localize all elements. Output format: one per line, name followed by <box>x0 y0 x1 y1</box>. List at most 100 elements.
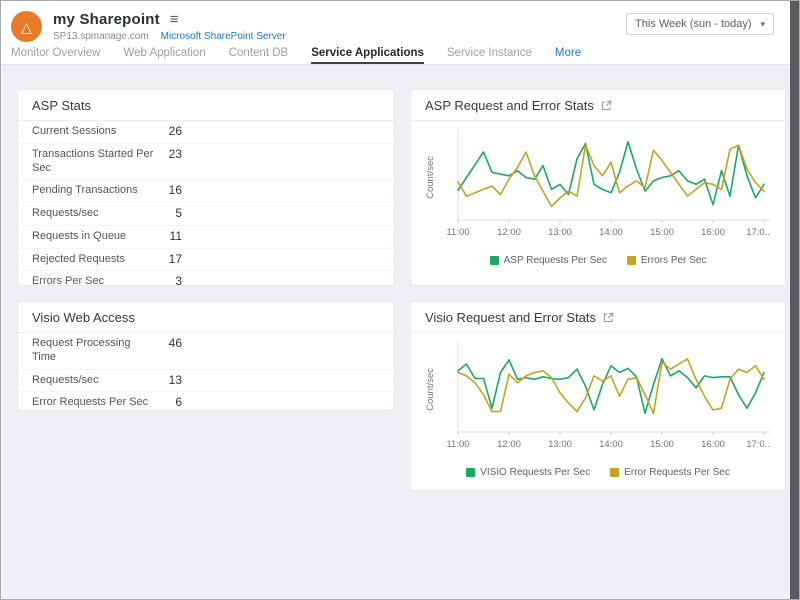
dashboard-content: ASP Stats Current Sessions26Transactions… <box>1 65 799 491</box>
stat-value: 6 <box>154 396 182 410</box>
tab-web-application[interactable]: Web Application <box>123 47 205 64</box>
stat-label: Current Sessions <box>32 125 154 139</box>
asp-chart-panel: ASP Request and Error Stats 11:00 12:00 13… <box>410 89 786 286</box>
chart-title: ASP Request and Error Stats <box>411 90 785 121</box>
x-tick-label: 15:00 <box>650 227 674 238</box>
legend-swatch <box>610 468 619 477</box>
asp-chart-legend: ASP Requests Per Sec Errors Per Sec <box>411 255 785 266</box>
window-scrollbar[interactable] <box>790 1 799 599</box>
stat-row: Request Processing Time46 <box>18 333 394 369</box>
x-tick-label: 15:00 <box>650 439 674 450</box>
tab-content-db[interactable]: Content DB <box>229 47 288 64</box>
asp-line-chart: 11:00 12:00 13:00 14:00 15:00 16:00 17:0.. Coun… <box>424 123 772 245</box>
stat-row: Current Sessions26 <box>18 121 394 143</box>
stat-label: Pending Transactions <box>32 184 154 198</box>
legend-swatch <box>490 256 499 265</box>
stat-row: Rejected Requests17 <box>18 248 394 271</box>
time-range-select[interactable]: This Week (sun - today) ▾ <box>626 13 774 35</box>
chart-title-text: ASP Request and Error Stats <box>425 98 594 113</box>
x-tick-label: 17:0.. <box>746 439 770 450</box>
x-tick-label: 12:00 <box>497 439 521 450</box>
stat-row: Requests/sec13 <box>18 369 394 392</box>
asp-stats-rows: Current Sessions26Transactions Started P… <box>18 121 394 286</box>
x-tick-label: 17:0.. <box>746 227 770 238</box>
stat-label: Request Processing Time <box>32 337 154 365</box>
panel-title: ASP Stats <box>18 90 394 121</box>
monitor-title: my Sharepoint <box>53 11 160 28</box>
stat-value: 17 <box>154 253 182 267</box>
monitor-status-badge: △ <box>11 11 42 42</box>
stat-value: 16 <box>154 184 182 198</box>
x-tick-label: 12:00 <box>497 227 521 238</box>
popout-icon[interactable] <box>601 100 612 111</box>
stat-label: Error Requests Per Sec <box>32 396 154 410</box>
stat-value: 46 <box>154 337 182 351</box>
visio-line-chart: 11:00 12:00 13:00 14:00 15:00 16:00 17:0.. Coun… <box>424 335 772 457</box>
caret-down-icon: ▾ <box>760 19 765 30</box>
tab-more[interactable]: More <box>555 47 581 64</box>
y-axis-label: Count/sec <box>425 156 436 199</box>
stat-label: Rejected Requests <box>32 253 154 267</box>
asp-stats-panel: ASP Stats Current Sessions26Transactions… <box>17 89 395 286</box>
tab-monitor-overview[interactable]: Monitor Overview <box>11 47 100 64</box>
legend-swatch <box>466 468 475 477</box>
tab-bar: Monitor Overview Web Application Content D… <box>1 45 799 65</box>
legend-label: Errors Per Sec <box>641 255 707 266</box>
stat-label: Requests/sec <box>32 207 154 221</box>
stat-label: Requests in Queue <box>32 230 154 244</box>
x-tick-label: 14:00 <box>599 227 623 238</box>
x-tick-label: 14:00 <box>599 439 623 450</box>
x-tick-label: 13:00 <box>548 439 572 450</box>
stat-row: Errors Per Sec3 <box>18 270 394 286</box>
chart-title-text: Visio Request and Error Stats <box>425 310 596 325</box>
series-line-asp-requests-per-sec <box>458 142 764 205</box>
warning-icon: △ <box>21 20 32 34</box>
legend-swatch <box>627 256 636 265</box>
stat-value: 5 <box>154 207 182 221</box>
legend-item-asp-requests-per-sec[interactable]: ASP Requests Per Sec <box>490 255 607 266</box>
legend-item-errors-per-sec[interactable]: Errors Per Sec <box>627 255 707 266</box>
stat-value: 11 <box>154 230 182 244</box>
stat-value: 13 <box>154 374 182 388</box>
visio-web-access-panel: Visio Web Access Request Processing Time… <box>17 301 395 411</box>
stat-row: Requests/sec5 <box>18 202 394 225</box>
legend-label: ASP Requests Per Sec <box>504 255 607 266</box>
popout-icon[interactable] <box>603 312 614 323</box>
stat-value: 26 <box>154 125 182 139</box>
stat-row: Error Requests Per Sec6 <box>18 391 394 411</box>
series-line-errors-per-sec <box>458 145 764 206</box>
x-tick-label: 16:00 <box>701 227 725 238</box>
visio-chart-legend: VISIO Requests Per Sec Error Requests Per… <box>411 467 785 478</box>
stat-row: Requests in Queue11 <box>18 225 394 248</box>
stat-label: Transactions Started Per Sec <box>32 148 154 176</box>
stat-label: Requests/sec <box>32 374 154 388</box>
legend-label: Error Requests Per Sec <box>624 467 730 478</box>
x-tick-label: 16:00 <box>701 439 725 450</box>
monitor-type-link[interactable]: Microsoft SharePoint Server <box>161 31 286 42</box>
panel-title-text: Visio Web Access <box>32 310 135 325</box>
app-window: △ my Sharepoint ≡ SP13.spmanage.com Micr… <box>0 0 800 600</box>
y-axis-label: Count/sec <box>425 368 436 411</box>
stat-row: Transactions Started Per Sec23 <box>18 143 394 180</box>
visio-chart-panel: Visio Request and Error Stats 11:00 12:00… <box>410 301 786 491</box>
time-range-value: This Week (sun - today) <box>635 18 752 30</box>
legend-label: VISIO Requests Per Sec <box>480 467 590 478</box>
stat-value: 3 <box>154 275 182 286</box>
panel-title: Visio Web Access <box>18 302 394 333</box>
visio-stats-rows: Request Processing Time46Requests/sec13E… <box>18 333 394 411</box>
stat-label: Errors Per Sec <box>32 275 154 286</box>
series-line-visio-requests-per-sec <box>458 359 764 413</box>
tab-service-applications[interactable]: Service Applications <box>311 47 424 64</box>
stat-value: 23 <box>154 148 182 162</box>
monitor-header: △ my Sharepoint ≡ SP13.spmanage.com Micr… <box>1 1 799 45</box>
chart-title: Visio Request and Error Stats <box>411 302 785 333</box>
hamburger-menu-icon[interactable]: ≡ <box>170 12 179 27</box>
tab-service-instance[interactable]: Service Instance <box>447 47 532 64</box>
legend-item-error-requests-per-sec[interactable]: Error Requests Per Sec <box>610 467 730 478</box>
legend-item-visio-requests-per-sec[interactable]: VISIO Requests Per Sec <box>466 467 590 478</box>
x-tick-label: 11:00 <box>446 439 469 450</box>
stat-row: Pending Transactions16 <box>18 179 394 202</box>
panel-title-text: ASP Stats <box>32 98 91 113</box>
x-tick-label: 13:00 <box>548 227 572 238</box>
x-tick-label: 11:00 <box>446 227 469 238</box>
